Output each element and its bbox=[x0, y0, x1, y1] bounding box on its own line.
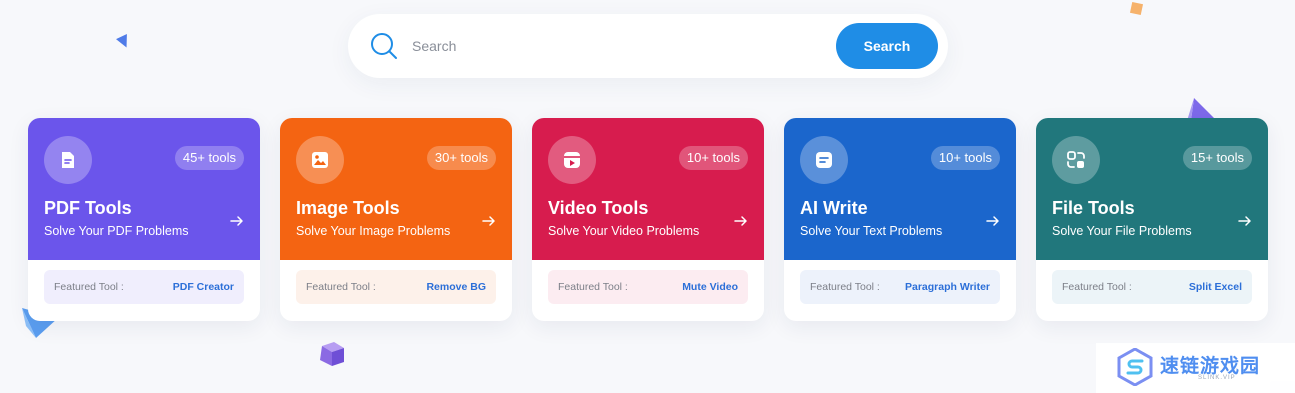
card-header[interactable]: 15+ tools File Tools Solve Your File Pro… bbox=[1036, 118, 1268, 260]
tool-count-badge: 45+ tools bbox=[174, 146, 244, 170]
featured-tool-box: Featured Tool : PDF Creator bbox=[44, 270, 244, 304]
card-title[interactable]: AI Write bbox=[800, 198, 868, 219]
card-subtitle: Solve Your File Problems bbox=[1052, 224, 1192, 238]
pdf-document-icon bbox=[44, 136, 92, 184]
card-title[interactable]: PDF Tools bbox=[44, 198, 132, 219]
watermark-logo-icon bbox=[1117, 348, 1153, 386]
tool-count-badge: 10+ tools bbox=[678, 146, 748, 170]
arrow-right-icon[interactable] bbox=[986, 214, 1000, 228]
card-ai-write[interactable]: 10+ tools AI Write Solve Your Text Probl… bbox=[784, 118, 1016, 321]
arrow-right-icon[interactable] bbox=[734, 214, 748, 228]
file-convert-icon bbox=[1052, 136, 1100, 184]
featured-tool-link[interactable]: Remove BG bbox=[426, 281, 486, 293]
card-header[interactable]: 10+ tools AI Write Solve Your Text Probl… bbox=[784, 118, 1016, 260]
featured-tool-link[interactable]: PDF Creator bbox=[173, 281, 234, 293]
card-subtitle: Solve Your Image Problems bbox=[296, 224, 451, 238]
card-header[interactable]: 10+ tools Video Tools Solve Your Video P… bbox=[532, 118, 764, 260]
search-icon bbox=[371, 33, 397, 59]
featured-tool-box: Featured Tool : Paragraph Writer bbox=[800, 270, 1000, 304]
card-subtitle: Solve Your Video Problems bbox=[548, 224, 700, 238]
search-input[interactable] bbox=[412, 32, 812, 60]
arrow-right-icon[interactable] bbox=[230, 214, 244, 228]
featured-tool-box: Featured Tool : Split Excel bbox=[1052, 270, 1252, 304]
card-video-tools[interactable]: 10+ tools Video Tools Solve Your Video P… bbox=[532, 118, 764, 321]
tool-count-badge: 30+ tools bbox=[426, 146, 496, 170]
featured-tool-link[interactable]: Split Excel bbox=[1189, 281, 1242, 293]
featured-tool-link[interactable]: Paragraph Writer bbox=[905, 281, 990, 293]
card-file-tools[interactable]: 15+ tools File Tools Solve Your File Pro… bbox=[1036, 118, 1268, 321]
card-title[interactable]: Video Tools bbox=[548, 198, 648, 219]
card-image-tools[interactable]: 30+ tools Image Tools Solve Your Image P… bbox=[280, 118, 512, 321]
card-pdf-tools[interactable]: 45+ tools PDF Tools Solve Your PDF Probl… bbox=[28, 118, 260, 321]
card-title[interactable]: Image Tools bbox=[296, 198, 400, 219]
text-document-icon bbox=[800, 136, 848, 184]
tool-category-cards: 45+ tools PDF Tools Solve Your PDF Probl… bbox=[28, 118, 1268, 322]
image-icon bbox=[296, 136, 344, 184]
card-title[interactable]: File Tools bbox=[1052, 198, 1135, 219]
featured-tool-label: Featured Tool : bbox=[810, 281, 880, 293]
featured-tool-box: Featured Tool : Remove BG bbox=[296, 270, 496, 304]
arrow-right-icon[interactable] bbox=[1238, 214, 1252, 228]
watermark: 速链游戏园 SLINK.VIP bbox=[1096, 343, 1295, 393]
square-decoration bbox=[1129, 1, 1144, 16]
watermark-text: 速链游戏园 bbox=[1160, 356, 1261, 377]
triangle-decoration bbox=[116, 34, 132, 50]
tool-count-badge: 15+ tools bbox=[1182, 146, 1252, 170]
card-header[interactable]: 30+ tools Image Tools Solve Your Image P… bbox=[280, 118, 512, 260]
featured-tool-label: Featured Tool : bbox=[558, 281, 628, 293]
card-header[interactable]: 45+ tools PDF Tools Solve Your PDF Probl… bbox=[28, 118, 260, 260]
featured-tool-link[interactable]: Mute Video bbox=[682, 281, 738, 293]
card-subtitle: Solve Your Text Problems bbox=[800, 224, 943, 238]
card-subtitle: Solve Your PDF Problems bbox=[44, 224, 189, 238]
featured-tool-box: Featured Tool : Mute Video bbox=[548, 270, 748, 304]
cube-decoration bbox=[320, 342, 344, 366]
featured-tool-label: Featured Tool : bbox=[1062, 281, 1132, 293]
search-button[interactable]: Search bbox=[836, 23, 938, 69]
tool-count-badge: 10+ tools bbox=[930, 146, 1000, 170]
featured-tool-label: Featured Tool : bbox=[54, 281, 124, 293]
featured-tool-label: Featured Tool : bbox=[306, 281, 376, 293]
search-bar: Search bbox=[348, 14, 948, 78]
watermark-subtext: SLINK.VIP bbox=[1198, 375, 1236, 381]
arrow-right-icon[interactable] bbox=[482, 214, 496, 228]
video-play-icon bbox=[548, 136, 596, 184]
